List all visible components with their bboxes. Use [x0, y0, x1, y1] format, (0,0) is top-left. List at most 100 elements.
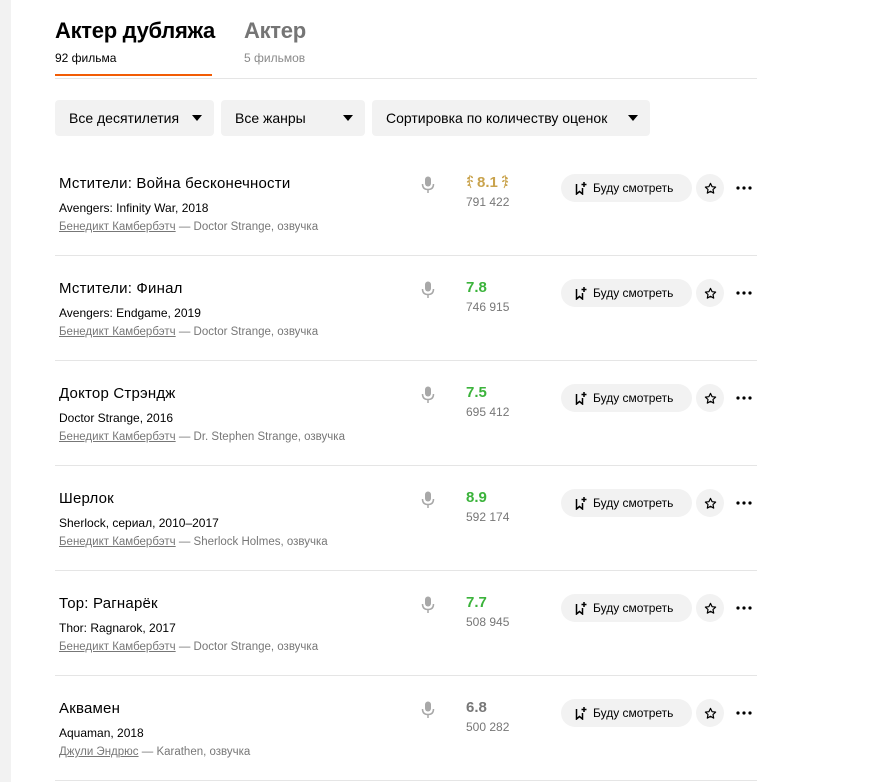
microphone-icon [421, 386, 435, 403]
tab-count: 5 фильмов [244, 51, 306, 65]
film-role: Джули Эндрюс — Karathen, озвучка [59, 746, 250, 758]
film-row: Аквамен Aquaman, 2018 Джули Эндрюс — Kar… [55, 676, 757, 781]
rating-value: 8.9 [466, 489, 487, 506]
role-character: Doctor Strange, озвучка [193, 221, 319, 233]
person-link[interactable]: Бенедикт Камбербэтч [59, 536, 176, 548]
film-title[interactable]: Шерлок [59, 490, 114, 507]
role-separator: — [175, 641, 194, 653]
more-dots-icon [736, 396, 752, 400]
film-rating: 7.8 [466, 279, 487, 296]
more-options-button[interactable] [731, 174, 757, 202]
film-original-title: Avengers: Infinity War, 2018 [59, 201, 209, 215]
role-character: Sherlock Holmes, озвучка [193, 536, 328, 548]
watch-later-button[interactable]: Буду смотреть [561, 384, 692, 412]
film-votes: 791 422 [466, 195, 510, 209]
person-link[interactable]: Джули Эндрюс [59, 746, 139, 758]
rating-value: 7.7 [466, 594, 487, 611]
person-link[interactable]: Бенедикт Камбербэтч [59, 221, 176, 233]
film-rating: 6.8 [466, 699, 487, 716]
film-original-title: Thor: Ragnarok, 2017 [59, 621, 176, 635]
bookmark-plus-icon [575, 496, 587, 510]
star-icon [704, 602, 716, 614]
film-title[interactable]: Мстители: Финал [59, 280, 183, 297]
sort-select-label: Сортировка по количеству оценок [386, 110, 608, 126]
film-role: Бенедикт Камбербэтч — Doctor Strange, оз… [59, 641, 318, 653]
film-title[interactable]: Доктор Стрэндж [59, 385, 176, 402]
film-row: Мстители: Война бесконечности Avengers: … [55, 151, 757, 256]
star-icon [704, 287, 716, 299]
watch-later-button[interactable]: Буду смотреть [561, 594, 692, 622]
role-character: Doctor Strange, озвучка [193, 641, 319, 653]
active-tab-indicator [55, 74, 212, 76]
watch-later-button[interactable]: Буду смотреть [561, 279, 692, 307]
favorite-button[interactable] [696, 174, 724, 202]
more-options-button[interactable] [731, 699, 757, 727]
film-original-title: Aquaman, 2018 [59, 726, 144, 740]
tab-voice-actor[interactable]: Актер дубляжа 92 фильма [55, 18, 215, 65]
more-dots-icon [736, 501, 752, 505]
film-list: Мстители: Война бесконечности Avengers: … [55, 151, 757, 781]
film-original-title: Avengers: Endgame, 2019 [59, 306, 201, 320]
person-link[interactable]: Бенедикт Камбербэтч [59, 326, 176, 338]
tab-title: Актер [244, 18, 306, 43]
person-link[interactable]: Бенедикт Камбербэтч [59, 431, 176, 443]
film-votes: 746 915 [466, 300, 510, 314]
laurel-wreath-icon [501, 174, 509, 189]
favorite-button[interactable] [696, 594, 724, 622]
watch-later-label: Буду смотреть [593, 601, 674, 615]
microphone-icon [421, 176, 435, 193]
film-rating: 7.5 [466, 384, 487, 401]
watch-later-label: Буду смотреть [593, 706, 674, 720]
genres-filter[interactable]: Все жанры [221, 100, 365, 136]
genres-filter-label: Все жанры [235, 110, 306, 126]
bookmark-plus-icon [575, 706, 587, 720]
favorite-button[interactable] [696, 489, 724, 517]
role-separator: — [175, 536, 194, 548]
tab-title: Актер дубляжа [55, 18, 215, 43]
film-rating: 8.9 [466, 489, 487, 506]
watch-later-button[interactable]: Буду смотреть [561, 699, 692, 727]
bookmark-plus-icon [575, 286, 587, 300]
page: Актер дубляжа 92 фильма Актер 5 фильмов … [11, 0, 884, 782]
watch-later-button[interactable]: Буду смотреть [561, 489, 692, 517]
film-votes: 592 174 [466, 510, 510, 524]
film-title[interactable]: Мстители: Война бесконечности [59, 175, 290, 192]
tabs-bar: Актер дубляжа 92 фильма Актер 5 фильмов [55, 0, 757, 79]
bookmark-plus-icon [575, 391, 587, 405]
favorite-button[interactable] [696, 384, 724, 412]
more-dots-icon [736, 186, 752, 190]
sort-select[interactable]: Сортировка по количеству оценок [372, 100, 650, 136]
bookmark-plus-icon [575, 601, 587, 615]
microphone-icon [421, 701, 435, 718]
microphone-icon [421, 491, 435, 508]
watch-later-button[interactable]: Буду смотреть [561, 174, 692, 202]
more-options-button[interactable] [731, 279, 757, 307]
microphone-icon [421, 281, 435, 298]
microphone-icon [421, 596, 435, 613]
film-role: Бенедикт Камбербэтч — Doctor Strange, оз… [59, 326, 318, 338]
tab-actor[interactable]: Актер 5 фильмов [244, 18, 306, 65]
rating-value: 6.8 [466, 699, 487, 716]
film-votes: 695 412 [466, 405, 510, 419]
decades-filter[interactable]: Все десятилетия [55, 100, 214, 136]
decades-filter-label: Все десятилетия [69, 110, 180, 126]
favorite-button[interactable] [696, 279, 724, 307]
film-title[interactable]: Тор: Рагнарёк [59, 595, 158, 612]
role-separator: — [175, 221, 194, 233]
film-original-title: Doctor Strange, 2016 [59, 411, 174, 425]
film-row: Доктор Стрэндж Doctor Strange, 2016 Бене… [55, 361, 757, 466]
laurel-wreath-icon [466, 174, 474, 189]
watch-later-label: Буду смотреть [593, 496, 674, 510]
favorite-button[interactable] [696, 699, 724, 727]
role-separator: — [175, 431, 194, 443]
rating-value: 7.5 [466, 384, 487, 401]
person-link[interactable]: Бенедикт Камбербэтч [59, 641, 176, 653]
film-row: Тор: Рагнарёк Thor: Ragnarok, 2017 Бенед… [55, 571, 757, 676]
more-options-button[interactable] [731, 384, 757, 412]
film-title[interactable]: Аквамен [59, 700, 120, 717]
film-original-title: Sherlock, сериал, 2010–2017 [59, 516, 219, 530]
tab-count: 92 фильма [55, 51, 117, 65]
role-character: Dr. Stephen Strange, озвучка [193, 431, 345, 443]
more-options-button[interactable] [731, 594, 757, 622]
more-options-button[interactable] [731, 489, 757, 517]
